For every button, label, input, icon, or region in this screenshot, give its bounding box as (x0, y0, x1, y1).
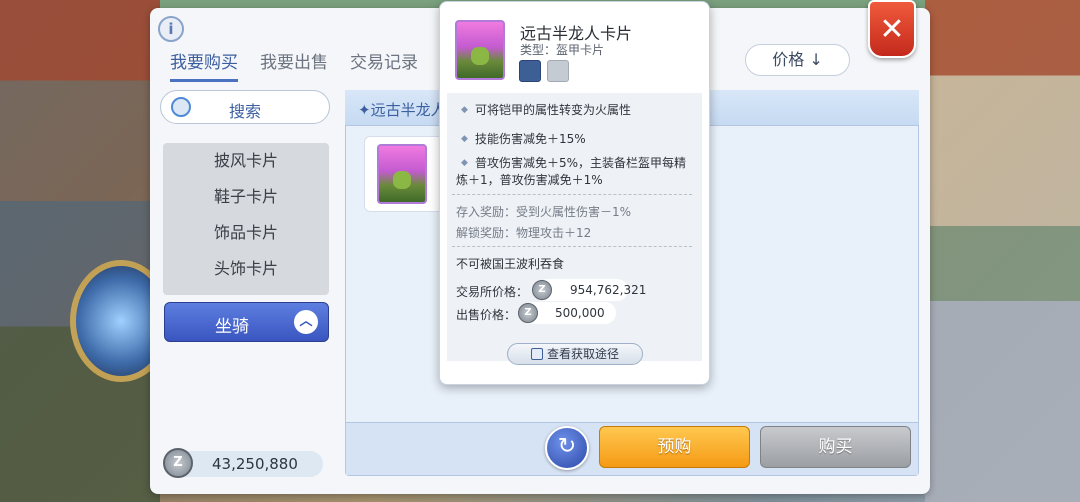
mount-category-button[interactable]: 坐骑 ︿ (164, 302, 329, 342)
bullet-icon: ◆ (461, 134, 468, 144)
category-item-cape[interactable]: 披风卡片 (163, 143, 329, 179)
tooltip-card-image (455, 20, 505, 80)
zeny-coin-icon: Z (163, 448, 193, 478)
tab-history[interactable]: 交易记录 (350, 48, 418, 82)
exchange-price-value: 954,762,321 (570, 283, 647, 297)
panel-title: ✦远古半龙人 (358, 101, 446, 119)
item-slot[interactable] (364, 136, 444, 212)
tab-buy[interactable]: 我要购买 (170, 48, 238, 82)
category-item-headgear[interactable]: 头饰卡片 (163, 251, 329, 287)
card-image (377, 144, 427, 204)
tooltip-note: 不可被国王波利吞食 (456, 257, 565, 271)
tab-bar: 我要购买 我要出售 交易记录 (170, 48, 418, 82)
wallet-amount: 43,250,880 (212, 455, 298, 473)
bullet-icon: ◆ (461, 105, 468, 115)
view-source-button[interactable]: 查看获取途径 (507, 343, 643, 365)
category-item-accessory[interactable]: 饰品卡片 (163, 215, 329, 251)
search-label: 搜索 (228, 102, 261, 121)
mount-label: 坐骑 (215, 317, 249, 337)
buy-button[interactable]: 购买 (760, 426, 911, 468)
effect-line: 技能伤害减免＋15% (475, 132, 586, 146)
tab-sell[interactable]: 我要出售 (260, 48, 328, 82)
divider (452, 246, 692, 247)
category-item-shoes[interactable]: 鞋子卡片 (163, 179, 329, 215)
sell-price-value: 500,000 (555, 306, 605, 320)
view-source-label: 查看获取途径 (546, 347, 619, 361)
chevron-up-icon: ︿ (294, 310, 318, 334)
effect-line: 普攻伤害减免＋5%，主装备栏盔甲每精 (475, 156, 687, 170)
zeny-coin-icon: Z (518, 303, 538, 323)
deposit-bonus: 存入奖励：受到火属性伤害－1% (456, 205, 632, 219)
zeny-coin-icon: Z (532, 280, 552, 300)
bullet-icon: ◆ (461, 158, 468, 168)
info-icon[interactable]: i (158, 16, 184, 42)
price-sort-button[interactable]: 价格 ↓ (745, 44, 850, 76)
inspect-icon[interactable] (519, 60, 541, 82)
tooltip-item-type: 类型：盔甲卡片 (520, 43, 605, 57)
unlock-bonus: 解锁奖励：物理攻击＋12 (456, 226, 592, 240)
refresh-icon[interactable]: ↻ (545, 426, 589, 470)
tooltip-secondary-icon[interactable] (547, 60, 569, 82)
preorder-button[interactable]: 预购 (599, 426, 750, 468)
background-right (925, 0, 1080, 502)
category-list: 披风卡片 鞋子卡片 饰品卡片 头饰卡片 (163, 143, 329, 295)
source-icon (530, 348, 543, 360)
close-icon[interactable]: ✕ (868, 0, 916, 58)
search-button[interactable]: 搜索 (160, 90, 330, 124)
effect-line: 炼＋1，普攻伤害减免＋1% (456, 173, 603, 187)
divider (452, 194, 692, 195)
effect-line: 可将铠甲的属性转变为火属性 (475, 103, 632, 117)
background-left (0, 0, 172, 502)
sell-price-label: 出售价格： (456, 308, 517, 322)
exchange-price-label: 交易所价格： (456, 285, 529, 299)
